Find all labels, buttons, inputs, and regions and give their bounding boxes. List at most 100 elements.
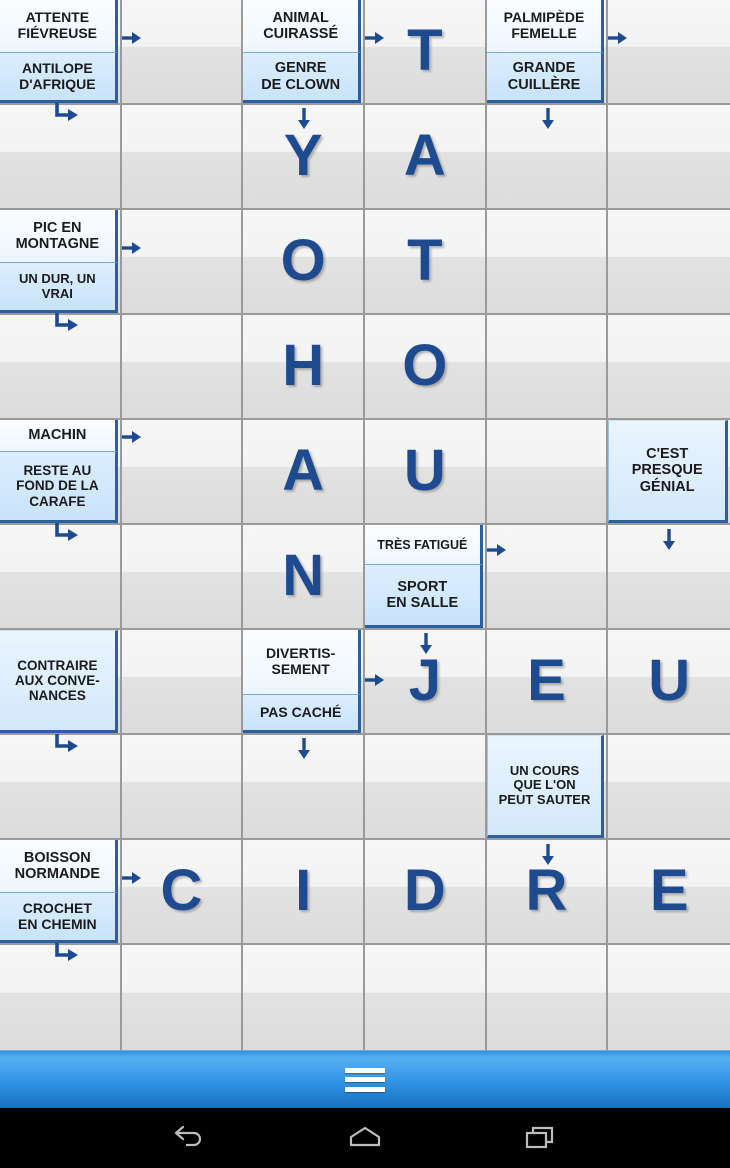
clue-box-top[interactable]: MACHIN xyxy=(0,420,118,452)
clue-cell[interactable]: ATTENTE FIÉVREUSE ANTILOPE D'AFRIQUE xyxy=(0,0,122,105)
grid-cell[interactable] xyxy=(0,735,122,840)
clue-text-line: MACHIN xyxy=(28,427,87,444)
recents-icon[interactable] xyxy=(518,1118,564,1158)
letter-cell[interactable]: A xyxy=(243,420,365,525)
clue-text-line: BOISSON xyxy=(23,849,91,866)
grid-cell[interactable] xyxy=(608,945,730,1050)
letter-cell[interactable]: U xyxy=(608,630,730,735)
clue-text-line: TRÈS FATIGUÉ xyxy=(377,537,468,552)
letter-cell[interactable]: Y xyxy=(243,105,365,210)
letter-cell[interactable]: O xyxy=(365,315,487,420)
grid-cell[interactable] xyxy=(486,105,609,210)
clue-text-line: UN DUR, UN xyxy=(19,270,96,286)
clue-box-bottom[interactable]: CROCHET EN CHEMIN xyxy=(0,893,118,943)
grid-cell[interactable] xyxy=(121,420,244,525)
letter-cell[interactable]: U xyxy=(365,420,487,525)
grid-cell[interactable] xyxy=(0,525,122,630)
grid-cell[interactable] xyxy=(608,0,730,105)
clue-box-bottom[interactable]: RESTE AU FOND DE LA CARAFE xyxy=(0,452,118,523)
grid-cell[interactable] xyxy=(608,105,730,210)
letter-cell[interactable]: E xyxy=(486,630,609,735)
clue-cell[interactable]: MACHIN RESTE AU FOND DE LA CARAFE xyxy=(0,420,122,525)
clue-box-top[interactable]: ATTENTE FIÉVREUSE xyxy=(0,0,118,53)
grid-cell[interactable] xyxy=(608,525,730,630)
grid-cell[interactable] xyxy=(121,105,244,210)
letter-cell[interactable]: T xyxy=(365,210,487,315)
clue-box-top[interactable]: BOISSON NORMANDE xyxy=(0,840,118,893)
grid-cell[interactable] xyxy=(608,210,730,315)
clue-box-bottom[interactable]: GENRE DE CLOWN xyxy=(243,53,361,103)
clue-text-line: EN SALLE xyxy=(386,595,459,611)
clue-cell[interactable]: PIC EN MONTAGNE UN DUR, UN VRAI xyxy=(0,210,122,315)
clue-box-bottom[interactable]: GRANDE CUILLÈRE xyxy=(486,53,605,103)
letter-cell[interactable]: I xyxy=(243,840,365,945)
hamburger-menu-icon[interactable] xyxy=(345,1067,385,1092)
grid-cell[interactable] xyxy=(0,945,122,1050)
letter-cell[interactable]: N xyxy=(243,525,365,630)
letter-cell[interactable]: T xyxy=(365,0,487,105)
clue-cell[interactable]: DIVERTIS- SEMENT PAS CACHÉ xyxy=(243,630,365,735)
android-navigation-bar xyxy=(0,1108,730,1168)
grid-cell[interactable] xyxy=(0,105,122,210)
grid-cell[interactable] xyxy=(121,945,244,1050)
letter-cell[interactable]: J xyxy=(365,630,487,735)
letter-cell[interactable]: D xyxy=(365,840,487,945)
grid-cell[interactable] xyxy=(486,210,609,315)
clue-text-line: GENRE xyxy=(274,60,327,77)
letter-cell[interactable]: E xyxy=(608,840,730,945)
clue-box-single[interactable]: UN COURS QUE L'ON PEUT SAUTER xyxy=(486,735,605,838)
crossword-grid[interactable]: ATTENTE FIÉVREUSE ANTILOPE D'AFRIQUE ANIMAL C… xyxy=(0,0,730,1050)
grid-cell[interactable] xyxy=(486,420,609,525)
grid-cell[interactable] xyxy=(486,945,609,1050)
clue-box-single[interactable]: CONTRAIRE AUX CONVE- NANCES xyxy=(0,630,118,733)
letter-glyph: J xyxy=(408,647,441,713)
clue-box-top[interactable]: ANIMAL CUIRASSÉ xyxy=(243,0,361,53)
clue-box-bottom[interactable]: SPORT EN SALLE xyxy=(365,565,483,628)
grid-cell[interactable] xyxy=(608,315,730,420)
clue-cell[interactable]: UN COURS QUE L'ON PEUT SAUTER xyxy=(486,735,609,840)
letter-glyph: O xyxy=(402,332,448,398)
home-icon[interactable] xyxy=(342,1118,388,1158)
clue-cell[interactable]: C'EST PRESQUE GÉNIAL xyxy=(608,420,730,525)
clue-text-line: PRESQUE xyxy=(631,462,703,479)
clue-cell[interactable]: PALMIPÈDE FEMELLE GRANDE CUILLÈRE xyxy=(486,0,609,105)
grid-cell[interactable] xyxy=(121,525,244,630)
grid-cell[interactable] xyxy=(365,945,487,1050)
clue-box-top[interactable]: DIVERTIS- SEMENT xyxy=(243,630,361,695)
grid-cell[interactable] xyxy=(486,525,609,630)
clue-cell[interactable]: ANIMAL CUIRASSÉ GENRE DE CLOWN xyxy=(243,0,365,105)
clue-text-line: PAS CACHÉ xyxy=(259,703,342,720)
grid-cell[interactable] xyxy=(121,735,244,840)
clue-box-top[interactable]: PALMIPÈDE FEMELLE xyxy=(486,0,605,53)
grid-cell[interactable] xyxy=(121,0,244,105)
letter-cell[interactable]: H xyxy=(243,315,365,420)
grid-cell[interactable] xyxy=(0,315,122,420)
clue-cell[interactable]: TRÈS FATIGUÉ SPORT EN SALLE xyxy=(365,525,487,630)
clue-box-bottom[interactable]: ANTILOPE D'AFRIQUE xyxy=(0,53,118,103)
grid-cell[interactable] xyxy=(486,315,609,420)
clue-text-line: EN CHEMIN xyxy=(18,915,97,932)
letter-cell[interactable]: C xyxy=(121,840,244,945)
clue-text-line: NORMANDE xyxy=(14,866,101,882)
back-icon[interactable] xyxy=(166,1118,212,1158)
clue-cell[interactable]: CONTRAIRE AUX CONVE- NANCES xyxy=(0,630,122,735)
grid-cell[interactable] xyxy=(243,735,365,840)
bottom-toolbar xyxy=(0,1050,730,1108)
grid-cell[interactable] xyxy=(243,945,365,1050)
letter-cell[interactable]: A xyxy=(365,105,487,210)
clue-box-top[interactable]: TRÈS FATIGUÉ xyxy=(365,525,483,565)
clue-text-line: PEUT SAUTER xyxy=(498,791,591,807)
clue-box-bottom[interactable]: PAS CACHÉ xyxy=(243,695,361,733)
grid-cell[interactable] xyxy=(121,315,244,420)
grid-cell[interactable] xyxy=(365,735,487,840)
clue-box-bottom[interactable]: UN DUR, UN VRAI xyxy=(0,263,118,313)
grid-cell[interactable] xyxy=(121,630,244,735)
clue-cell[interactable]: BOISSON NORMANDE CROCHET EN CHEMIN xyxy=(0,840,122,945)
clue-box-single[interactable]: C'EST PRESQUE GÉNIAL xyxy=(608,420,728,523)
grid-cell[interactable] xyxy=(121,210,244,315)
clue-box-top[interactable]: PIC EN MONTAGNE xyxy=(0,210,118,263)
letter-cell[interactable]: R xyxy=(486,840,609,945)
letter-glyph: I xyxy=(295,857,312,923)
grid-cell[interactable] xyxy=(608,735,730,840)
letter-cell[interactable]: O xyxy=(243,210,365,315)
